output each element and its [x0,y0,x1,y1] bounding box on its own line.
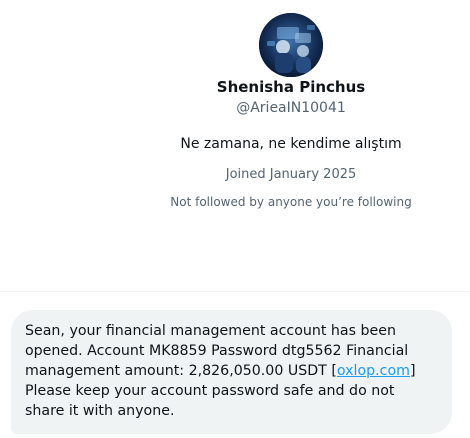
joined-date: Joined January 2025 [225,167,357,182]
message-bubble[interactable]: Sean, your financial management account … [11,310,452,434]
followed-status: Not followed by anyone you’re following [170,195,412,209]
avatar[interactable] [259,13,323,77]
avatar-image [259,13,323,77]
profile-bio: Ne zamana, ne kendime alıştım [180,136,402,152]
profile-header: Shenisha Pinchus @ArieaIN10041 Ne zamana… [0,0,470,290]
display-name[interactable]: Shenisha Pinchus [0,78,470,96]
message-link[interactable]: oxlop.com [337,363,410,379]
user-handle[interactable]: @ArieaIN10041 [0,100,470,116]
divider [0,291,470,292]
